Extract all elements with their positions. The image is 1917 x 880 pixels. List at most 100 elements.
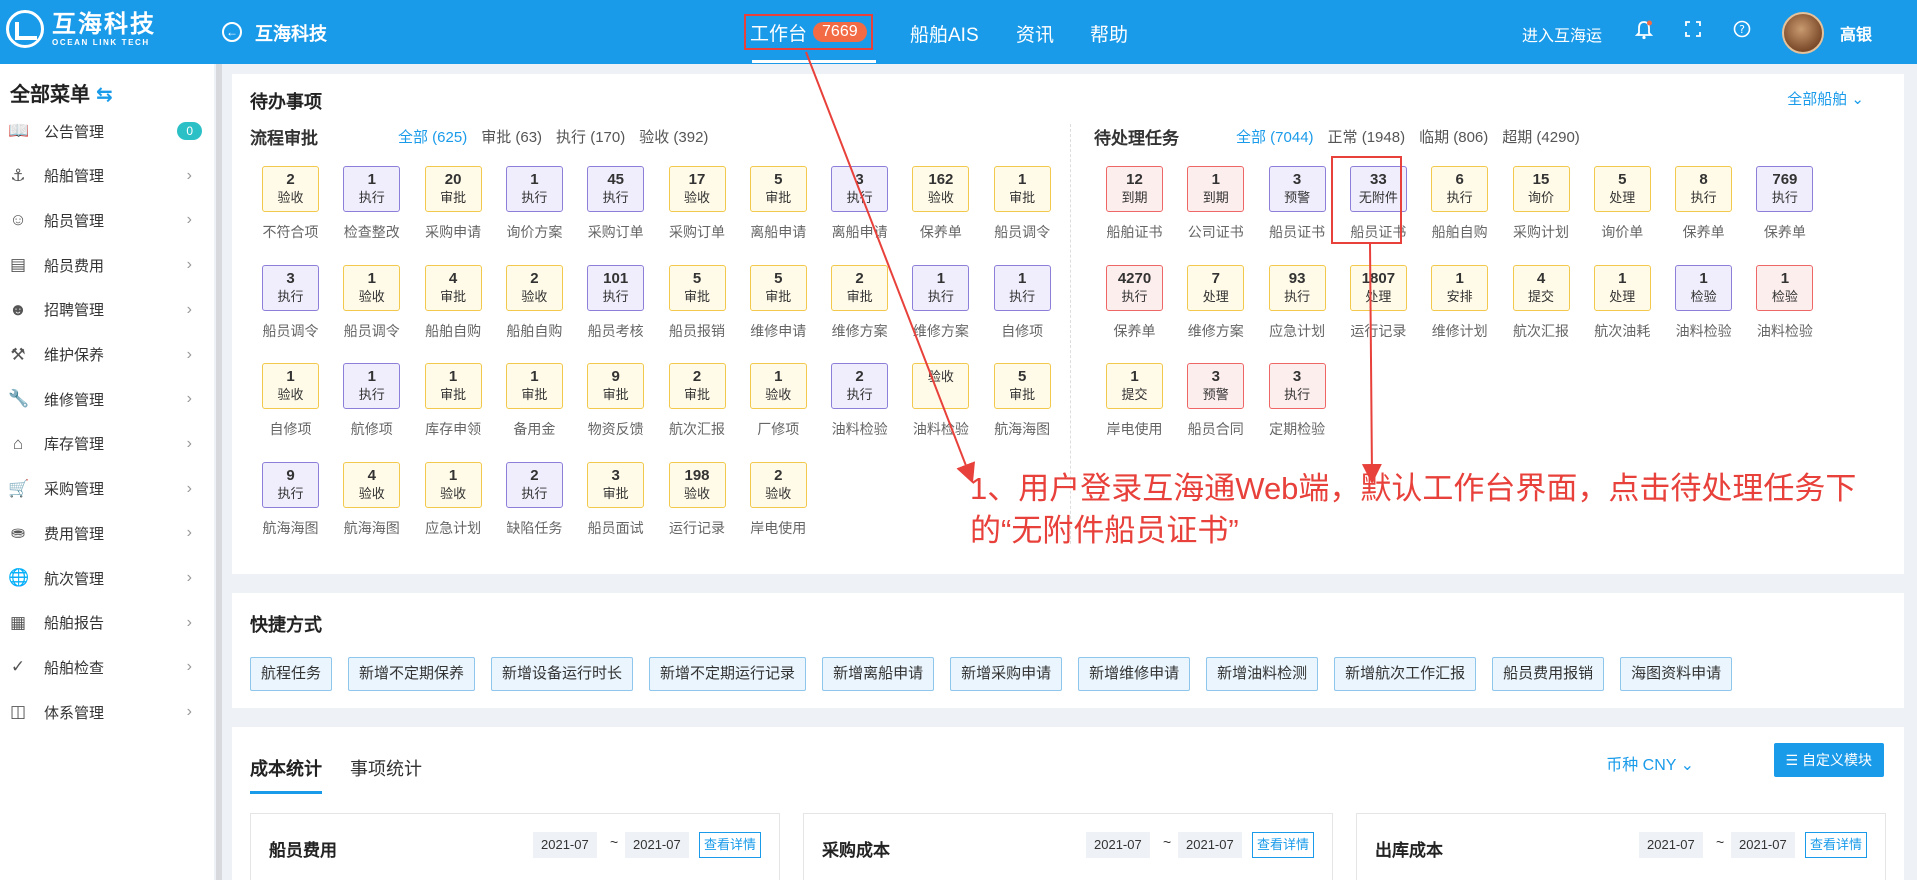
- task-count-box[interactable]: 1807 处理: [1349, 264, 1407, 311]
- task-count-box[interactable]: 198 验收: [668, 461, 726, 508]
- task-tile[interactable]: 3 预警 船员证书: [1257, 166, 1338, 262]
- task-tile[interactable]: 5 审批 离船申请: [738, 166, 819, 262]
- quick-action-button[interactable]: 新增不定期运行记录: [649, 657, 807, 691]
- task-count-box[interactable]: 769 执行: [1756, 166, 1814, 212]
- task-tile[interactable]: 1 审批 船员调令: [982, 166, 1063, 262]
- quick-action-button[interactable]: 海图资料申请: [1620, 657, 1733, 691]
- task-count-box[interactable]: 5 审批: [668, 264, 726, 311]
- quick-action-button[interactable]: 新增不定期保养: [348, 657, 476, 691]
- task-tile[interactable]: 20 审批 采购申请: [413, 166, 494, 262]
- date-to-picker[interactable]: 2021-07: [1731, 832, 1795, 858]
- task-count-box[interactable]: 1 提交: [1106, 363, 1163, 409]
- enter-hhy-link[interactable]: 进入互海运: [1522, 22, 1602, 46]
- task-count-box[interactable]: 1 审批: [505, 363, 563, 409]
- avatar[interactable]: [1782, 12, 1824, 54]
- task-count-box[interactable]: 1 到期: [1187, 166, 1245, 212]
- tab-cost-statistics[interactable]: 成本统计: [250, 755, 322, 794]
- task-tile[interactable]: 2 执行 缺陷任务: [494, 461, 575, 558]
- task-tile[interactable]: 4 审批 船舶自购: [413, 264, 494, 361]
- task-tile[interactable]: 2 审批 航次汇报: [657, 363, 738, 459]
- date-from-picker[interactable]: 2021-07: [1086, 832, 1150, 858]
- task-tile[interactable]: 1 执行 自修项: [982, 264, 1063, 361]
- task-tile[interactable]: 769 执行 保养单: [1744, 166, 1825, 262]
- task-tile[interactable]: 2 验收 不符合项: [250, 166, 331, 262]
- task-tile[interactable]: 17 验收 采购订单: [657, 166, 738, 262]
- task-tile[interactable]: 3 审批 船员面试: [575, 461, 656, 558]
- task-count-box[interactable]: 1 验收: [749, 363, 807, 409]
- task-tile[interactable]: 162 验收 保养单: [900, 166, 981, 262]
- task-tile[interactable]: 1 检验 油料检验: [1663, 264, 1744, 361]
- task-count-box[interactable]: 1 检验: [1675, 264, 1733, 311]
- task-tile[interactable]: 93 执行 应急计划: [1257, 264, 1338, 361]
- task-count-box[interactable]: 5 处理: [1593, 166, 1651, 212]
- quick-action-button[interactable]: 航程任务: [250, 657, 333, 691]
- task-count-box[interactable]: 5 审批: [993, 363, 1051, 409]
- filter-tab[interactable]: 审批 (63): [481, 126, 542, 147]
- task-tile[interactable]: 4270 执行 保养单: [1094, 264, 1175, 361]
- task-tile[interactable]: 1 验收 应急计划: [413, 461, 494, 558]
- task-count-box[interactable]: 2 执行: [505, 461, 563, 508]
- user-name[interactable]: 高银: [1840, 21, 1872, 45]
- sidebar-item[interactable]: ◫ 体系管理 ›: [0, 685, 214, 739]
- task-count-box[interactable]: 1 执行: [343, 363, 401, 409]
- task-count-box[interactable]: 1 执行: [505, 166, 563, 212]
- task-tile[interactable]: 2 审批 维修方案: [819, 264, 900, 361]
- task-count-box[interactable]: 1 审批: [993, 166, 1051, 212]
- task-tile[interactable]: 101 执行 船员考核: [575, 264, 656, 361]
- task-count-box[interactable]: 1 执行: [993, 264, 1051, 311]
- task-count-box[interactable]: 15 询价: [1512, 166, 1570, 212]
- filter-tab[interactable]: 正常 (1948): [1328, 126, 1406, 147]
- task-tile[interactable]: 3 执行 船员调令: [250, 264, 331, 361]
- task-count-box[interactable]: 20 审批: [424, 166, 482, 212]
- task-count-box[interactable]: 4 提交: [1512, 264, 1570, 311]
- fullscreen-icon[interactable]: [1683, 20, 1703, 40]
- task-tile[interactable]: 3 预警 船员合同: [1175, 363, 1256, 459]
- task-count-box[interactable]: 12 到期: [1106, 166, 1163, 212]
- nav-help[interactable]: 帮助: [1090, 20, 1128, 47]
- quick-action-button[interactable]: 船员费用报销: [1492, 657, 1605, 691]
- task-tile[interactable]: 1 提交 岸电使用: [1094, 363, 1175, 459]
- task-tile[interactable]: 1 执行 航修项: [331, 363, 412, 459]
- swap-icon[interactable]: ⇆: [96, 84, 113, 106]
- task-tile[interactable]: 9 审批 物资反馈: [575, 363, 656, 459]
- task-tile[interactable]: 45 执行 采购订单: [575, 166, 656, 262]
- task-tile[interactable]: 1 安排 维修计划: [1419, 264, 1500, 361]
- task-tile[interactable]: 2 验收 岸电使用: [738, 461, 819, 558]
- task-tile[interactable]: 1 检验 油料检验: [1744, 264, 1825, 361]
- task-tile[interactable]: 5 审批 维修申请: [738, 264, 819, 361]
- custom-module-button[interactable]: ☰ 自定义模块: [1773, 743, 1884, 777]
- task-tile[interactable]: 1 执行 检查整改: [331, 166, 412, 262]
- quick-action-button[interactable]: 新增设备运行时长: [491, 657, 634, 691]
- nav-news[interactable]: 资讯: [1016, 20, 1054, 47]
- task-tile[interactable]: 1 审批 库存申领: [413, 363, 494, 459]
- task-count-box[interactable]: 3 审批: [587, 461, 645, 508]
- task-count-box[interactable]: 1 安排: [1431, 264, 1489, 311]
- filter-tab[interactable]: 超期 (4290): [1502, 126, 1580, 147]
- task-count-box[interactable]: 验收: [912, 363, 970, 409]
- task-count-box[interactable]: 162 验收: [912, 166, 970, 212]
- task-count-box[interactable]: 7 处理: [1187, 264, 1245, 311]
- task-count-box[interactable]: 45 执行: [587, 166, 645, 212]
- filter-tab[interactable]: 全部 (7044): [1236, 126, 1314, 147]
- task-count-box[interactable]: 3 执行: [831, 166, 889, 212]
- task-tile[interactable]: 12 到期 船舶证书: [1094, 166, 1175, 262]
- nav-ship-ais[interactable]: 船舶AIS: [910, 20, 979, 47]
- task-tile[interactable]: 5 审批 航海海图: [982, 363, 1063, 459]
- task-tile[interactable]: 1807 处理 运行记录: [1338, 264, 1419, 361]
- sidebar-scrollbar[interactable]: [216, 64, 222, 880]
- task-count-box[interactable]: 4270 执行: [1106, 264, 1163, 311]
- task-tile[interactable]: 9 执行 航海海图: [250, 461, 331, 558]
- date-to-picker[interactable]: 2021-07: [625, 832, 689, 858]
- task-tile[interactable]: 4 提交 航次汇报: [1501, 264, 1582, 361]
- task-count-box[interactable]: 17 验收: [668, 166, 726, 212]
- quick-action-button[interactable]: 新增航次工作汇报: [1334, 657, 1477, 691]
- task-count-box[interactable]: 2 审批: [668, 363, 726, 409]
- date-to-picker[interactable]: 2021-07: [1178, 832, 1242, 858]
- task-tile[interactable]: 8 执行 保养单: [1663, 166, 1744, 262]
- help-icon[interactable]: ?: [1732, 20, 1752, 40]
- task-count-box[interactable]: 5 审批: [749, 264, 807, 311]
- task-tile[interactable]: 5 审批 船员报销: [657, 264, 738, 361]
- task-count-box[interactable]: 1 审批: [424, 363, 482, 409]
- filter-tab[interactable]: 全部 (625): [398, 126, 467, 147]
- quick-action-button[interactable]: 新增离船申请: [822, 657, 935, 691]
